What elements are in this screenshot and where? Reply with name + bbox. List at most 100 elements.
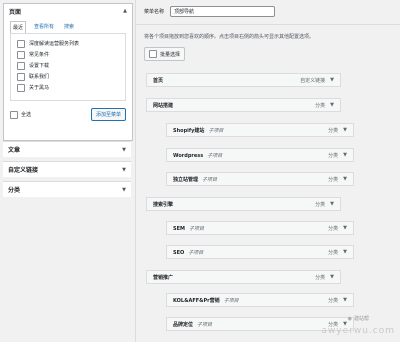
page-checkbox[interactable]: [17, 72, 25, 81]
expand-arrow-icon[interactable]: ▼: [343, 297, 347, 303]
menu-item[interactable]: 首页 自定义链接 ▼: [146, 73, 341, 87]
expand-arrow-icon[interactable]: ▼: [330, 201, 334, 207]
menu-item-title-wrap: 营销推广: [153, 274, 173, 281]
pages-box-footer: 全选 添加至菜单: [4, 101, 132, 128]
watermark: awyerwu.com: [321, 326, 395, 336]
menu-item-type: 分类: [315, 274, 326, 281]
menu-item-title: 搜索引擎: [153, 201, 174, 208]
menu-item-title: Shopify建站: [173, 127, 205, 134]
instruction-text: 将各个项目拖放到您喜欢的顺序。点击项目右侧的箭头可显示其他配置选项。: [144, 34, 315, 40]
menu-item-type: 分类: [328, 127, 339, 134]
menu-item-title: SEM: [173, 225, 185, 232]
wechat-icon: ◉: [347, 315, 352, 322]
page-item[interactable]: 关于黑马: [17, 82, 119, 93]
expand-arrow-icon[interactable]: ▼: [330, 102, 334, 108]
accordion-categories[interactable]: 分类 ▼: [3, 181, 131, 197]
menu-item-sublabel: 子项目: [223, 297, 239, 304]
page-checkbox[interactable]: [17, 39, 25, 48]
menu-item[interactable]: SEO 子项目 分类 ▼: [166, 245, 354, 259]
menu-item-type: 自定义链接: [300, 77, 326, 84]
wechat-label: ◉ 建站帮: [347, 315, 369, 323]
menu-item-meta: 分类 ▼: [328, 176, 347, 183]
page-checkbox[interactable]: [17, 83, 25, 92]
menu-item-title: KOL&AFF&Pr营销: [173, 297, 220, 304]
page-item[interactable]: 深度解读运营服务列表: [17, 38, 119, 49]
menu-item[interactable]: 网站搭建 分类 ▼: [146, 98, 341, 112]
bulk-select-button[interactable]: 批量选择: [144, 47, 186, 61]
select-all-checkbox[interactable]: [10, 110, 18, 119]
divider: [136, 24, 400, 25]
expand-arrow-icon[interactable]: ▼: [343, 127, 347, 133]
menu-item-title-wrap: SEO 子项目: [173, 249, 203, 256]
menu-item-meta: 分类 ▼: [315, 274, 334, 281]
expand-arrow-icon[interactable]: ▼: [330, 77, 334, 83]
menu-name-label: 菜单名称: [144, 9, 165, 15]
menu-item-title: 首页: [153, 77, 164, 84]
bulk-select-checkbox[interactable]: [149, 50, 157, 58]
left-panel: 页面 ▲ 最近 查看所有 搜索 深度解读运营服务列表 常见条件 设置下载 联系我…: [0, 0, 135, 342]
expand-arrow-icon[interactable]: ▼: [343, 176, 347, 182]
caret-down-icon: ▼: [122, 146, 126, 153]
caret-up-icon[interactable]: ▲: [123, 8, 127, 14]
menu-item-sublabel: 子项目: [207, 152, 223, 159]
page-item[interactable]: 设置下载: [17, 60, 119, 71]
menu-item-title-wrap: KOL&AFF&Pr营销 子项目: [173, 297, 239, 304]
menu-item-title: SEO: [173, 249, 185, 256]
menu-name-field: 菜单名称 顶部导航: [144, 6, 276, 17]
menu-structure-panel: 菜单名称 顶部导航 将各个项目拖放到您喜欢的顺序。点击项目右侧的箭头可显示其他配…: [135, 0, 400, 342]
menu-item-title: 独立站管理: [173, 176, 199, 183]
menu-item-meta: 分类 ▼: [315, 201, 334, 208]
accordion-custom-links[interactable]: 自定义链接 ▼: [3, 161, 131, 177]
menu-item-type: 分类: [328, 225, 339, 232]
menu-item-type: 分类: [328, 176, 339, 183]
menu-item[interactable]: 独立站管理 子项目 分类 ▼: [166, 172, 354, 186]
menu-item-title: Wordpress: [173, 152, 204, 159]
menu-item[interactable]: Shopify建站 子项目 分类 ▼: [166, 123, 354, 137]
menu-item-title-wrap: 品牌定位 子项目: [173, 321, 212, 328]
pages-tabs: 最近 查看所有 搜索: [4, 21, 132, 33]
menu-item-meta: 分类 ▼: [328, 297, 347, 304]
menu-item-meta: 分类 ▼: [328, 225, 347, 232]
menu-name-input[interactable]: 顶部导航: [170, 6, 276, 17]
menu-item-type: 分类: [328, 152, 339, 159]
menu-item-sublabel: 子项目: [208, 127, 224, 134]
menu-item-type: 分类: [328, 297, 339, 304]
menu-item-title-wrap: 首页: [153, 77, 163, 84]
menu-item-title-wrap: SEM 子项目: [173, 225, 204, 232]
menu-item-title-wrap: Shopify建站 子项目: [173, 127, 223, 134]
menu-item[interactable]: SEM 子项目 分类 ▼: [166, 221, 354, 235]
select-all[interactable]: 全选: [10, 110, 31, 119]
menu-item[interactable]: 营销推广 分类 ▼: [146, 270, 341, 284]
menu-item-sublabel: 子项目: [197, 321, 213, 328]
menu-item-title-wrap: 搜索引擎: [153, 201, 173, 208]
page-checkbox[interactable]: [17, 50, 25, 59]
page-item[interactable]: 常见条件: [17, 49, 119, 60]
tab-search[interactable]: 搜索: [62, 21, 76, 33]
menu-item-title: 营销推广: [153, 274, 174, 281]
menu-item-sublabel: 子项目: [188, 249, 204, 256]
expand-arrow-icon[interactable]: ▼: [330, 274, 334, 280]
menu-item[interactable]: Wordpress 子项目 分类 ▼: [166, 148, 354, 162]
page-item[interactable]: 联系我们: [17, 71, 119, 82]
pages-box-header[interactable]: 页面 ▲: [4, 4, 132, 18]
expand-arrow-icon[interactable]: ▼: [343, 152, 347, 158]
menu-item-meta: 自定义链接 ▼: [300, 77, 334, 84]
add-to-menu-button[interactable]: 添加至菜单: [90, 108, 126, 121]
menu-item-title-wrap: 独立站管理 子项目: [173, 176, 217, 183]
caret-down-icon: ▼: [122, 166, 126, 173]
tab-recent[interactable]: 最近: [10, 21, 27, 33]
tab-view-all[interactable]: 查看所有: [32, 21, 56, 33]
accordion-posts[interactable]: 文章 ▼: [3, 141, 131, 157]
menu-item[interactable]: 搜索引擎 分类 ▼: [146, 197, 341, 211]
menu-item-meta: 分类 ▼: [328, 127, 347, 134]
menu-item[interactable]: KOL&AFF&Pr营销 子项目 分类 ▼: [166, 293, 354, 307]
expand-arrow-icon[interactable]: ▼: [343, 225, 347, 231]
menu-item-meta: 分类 ▼: [328, 152, 347, 159]
expand-arrow-icon[interactable]: ▼: [343, 249, 347, 255]
page-checkbox[interactable]: [17, 61, 25, 70]
menu-item-sublabel: 子项目: [189, 225, 205, 232]
menu-item-meta: 分类 ▼: [328, 249, 347, 256]
menu-item-title-wrap: Wordpress 子项目: [173, 152, 222, 159]
caret-down-icon: ▼: [122, 186, 126, 193]
menu-item-meta: 分类 ▼: [315, 102, 334, 109]
